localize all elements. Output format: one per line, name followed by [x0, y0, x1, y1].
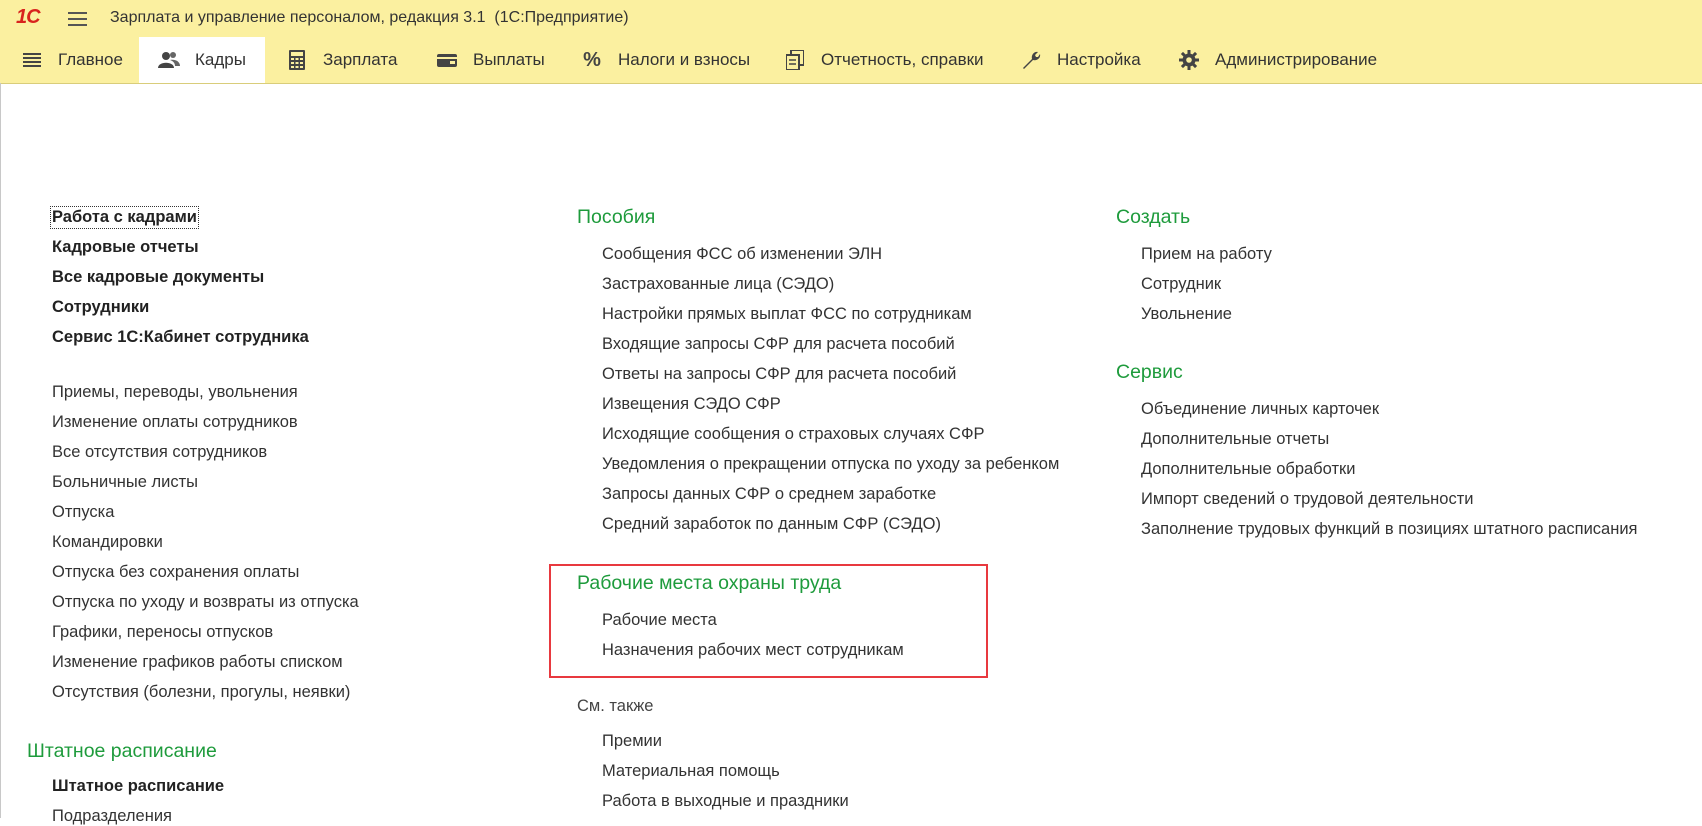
app-title: Зарплата и управление персоналом, редакц…	[110, 9, 629, 26]
list-item[interactable]: Входящие запросы СФР для расчета пособий	[602, 335, 955, 354]
wallet-icon	[435, 49, 459, 71]
tab-personnel[interactable]: Кадры	[139, 37, 265, 83]
list-item[interactable]: Заполнение трудовых функций в позициях ш…	[1141, 520, 1637, 539]
list-item[interactable]: Отпуска без сохранения оплаты	[52, 563, 299, 582]
tab-label: Отчетность, справки	[821, 50, 984, 69]
link-new-employee[interactable]: Сотрудник	[1141, 275, 1221, 294]
list-item[interactable]: Изменение оплаты сотрудников	[52, 413, 298, 432]
list-item[interactable]: Извещения СЭДО СФР	[602, 395, 781, 414]
list-item[interactable]: Настройки прямых выплат ФСС по сотрудник…	[602, 305, 972, 324]
section-title-staff-schedule: Штатное расписание	[27, 740, 217, 762]
tab-reports[interactable]: Отчетность, справки	[768, 37, 1001, 83]
tab-payments[interactable]: Выплаты	[415, 37, 565, 83]
percent-icon: %	[583, 48, 601, 71]
section-title-create: Создать	[1116, 206, 1191, 228]
tab-label: Налоги и взносы	[618, 50, 751, 69]
link-staff-schedule[interactable]: Штатное расписание	[52, 777, 224, 796]
section-panel: Главное Кадры Зарплата Выплаты % Налоги …	[0, 37, 1702, 84]
list-item[interactable]: Средний заработок по данным СФР (СЭДО)	[602, 515, 941, 534]
calculator-icon	[285, 49, 309, 71]
list-item[interactable]: Командировки	[52, 533, 163, 552]
link-employees[interactable]: Сотрудники	[52, 298, 149, 317]
list-item[interactable]: Изменение графиков работы списком	[52, 653, 343, 672]
tab-administration[interactable]: Администрирование	[1159, 37, 1389, 83]
tab-taxes[interactable]: % Налоги и взносы	[565, 37, 768, 83]
tab-label: Выплаты	[473, 50, 545, 69]
list-item[interactable]: Ответы на запросы СФР для расчета пособи…	[602, 365, 956, 384]
wrench-icon	[1019, 49, 1043, 71]
people-icon	[157, 49, 181, 71]
link-personnel-reports[interactable]: Кадровые отчеты	[52, 238, 199, 257]
link-personnel-work[interactable]: Работа с кадрами	[50, 206, 199, 229]
tab-salary[interactable]: Зарплата	[265, 37, 415, 83]
section-title-benefits: Пособия	[577, 206, 656, 228]
list-item[interactable]: Материальная помощь	[602, 762, 780, 781]
section-title-service: Сервис	[1116, 361, 1183, 383]
list-item[interactable]: Графики, переносы отпусков	[52, 623, 273, 642]
list-item[interactable]: Дополнительные обработки	[1141, 460, 1355, 479]
link-all-personnel-docs[interactable]: Все кадровые документы	[52, 268, 264, 287]
tab-label: Кадры	[195, 50, 246, 69]
title-bar: 1С Зарплата и управление персоналом, ред…	[0, 0, 1702, 37]
list-item[interactable]: Отсутствия (болезни, прогулы, неявки)	[52, 683, 350, 702]
list-item[interactable]: Сообщения ФСС об изменении ЭЛН	[602, 245, 882, 264]
list-item[interactable]: Больничные листы	[52, 473, 198, 492]
link-departments[interactable]: Подразделения	[52, 807, 172, 826]
list-item[interactable]: Застрахованные лица (СЭДО)	[602, 275, 834, 294]
hamburger-menu-icon[interactable]	[68, 12, 87, 26]
link-dismissal[interactable]: Увольнение	[1141, 305, 1232, 324]
list-item[interactable]: Отпуска	[52, 503, 114, 522]
link-employee-cabinet[interactable]: Сервис 1С:Кабинет сотрудника	[52, 328, 309, 347]
app-logo: 1С	[16, 6, 41, 28]
section-title-workplaces: Рабочие места охраны труда	[577, 572, 842, 594]
list-item[interactable]: Объединение личных карточек	[1141, 400, 1379, 419]
tab-label: Настройка	[1057, 50, 1141, 69]
list-item[interactable]: Исходящие сообщения о страховых случаях …	[602, 425, 985, 444]
list-item[interactable]: Запросы данных СФР о среднем заработке	[602, 485, 936, 504]
tab-label: Администрирование	[1215, 50, 1378, 69]
list-item[interactable]: Все отсутствия сотрудников	[52, 443, 267, 462]
tab-main[interactable]: Главное	[0, 37, 138, 83]
content-border	[0, 83, 1, 818]
link-hire[interactable]: Прием на работу	[1141, 245, 1272, 264]
gear-icon	[1177, 49, 1201, 71]
link-workplace-assignments[interactable]: Назначения рабочих мест сотрудникам	[602, 641, 904, 660]
tab-label: Зарплата	[323, 50, 398, 69]
list-item[interactable]: Дополнительные отчеты	[1141, 430, 1329, 449]
list-item[interactable]: Приемы, переводы, увольнения	[52, 383, 298, 402]
list-item[interactable]: Уведомления о прекращении отпуска по ухо…	[602, 455, 1059, 474]
see-also-title: См. также	[577, 697, 654, 715]
list-item[interactable]: Работа в выходные и праздники	[602, 792, 849, 811]
list-item[interactable]: Импорт сведений о трудовой деятельности	[1141, 490, 1474, 509]
tab-label: Главное	[58, 50, 123, 69]
link-workplaces[interactable]: Рабочие места	[602, 611, 717, 630]
documents-icon	[783, 49, 807, 71]
list-icon	[20, 49, 44, 71]
list-item[interactable]: Премии	[602, 732, 662, 751]
list-item[interactable]: Отпуска по уходу и возвраты из отпуска	[52, 593, 359, 612]
tab-settings[interactable]: Настройка	[1001, 37, 1159, 83]
